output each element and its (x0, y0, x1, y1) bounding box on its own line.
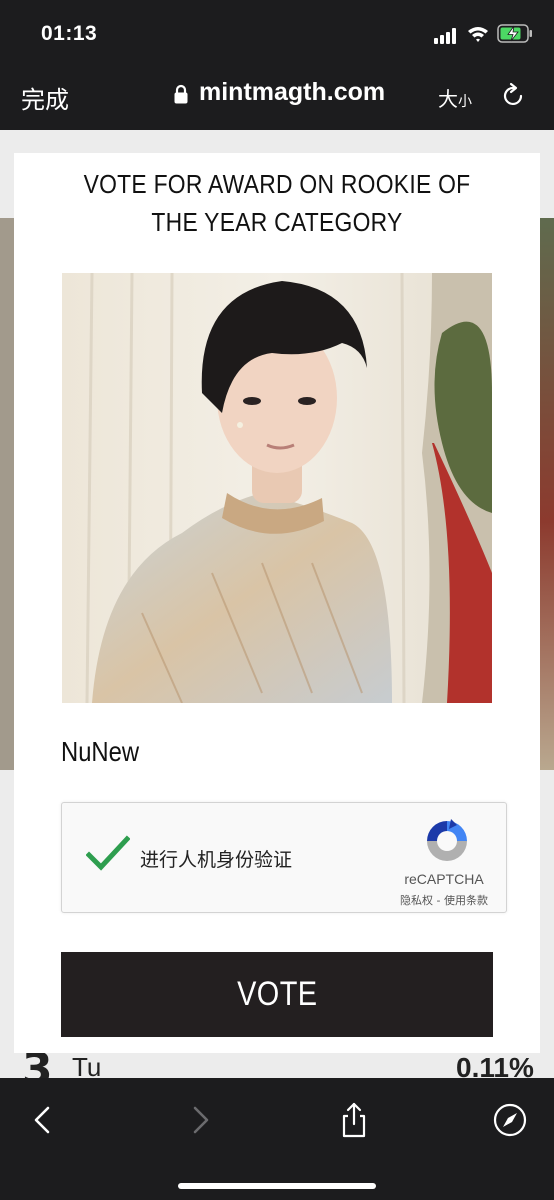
lock-icon (174, 84, 188, 104)
background-photo-right (540, 218, 554, 770)
modal-title: VOTE FOR AWARD ON ROOKIE OF THE YEAR CAT… (83, 169, 471, 237)
vote-button[interactable]: VOTE (61, 952, 493, 1037)
reload-icon[interactable] (502, 82, 526, 108)
vote-modal: VOTE FOR AWARD ON ROOKIE OF THE YEAR CAT… (14, 153, 540, 1053)
text-size-small-label: 小 (458, 94, 472, 110)
done-button[interactable]: 完成 (21, 80, 69, 115)
recaptcha-brand: reCAPTCHA (404, 871, 484, 887)
forward-icon[interactable] (182, 1102, 218, 1138)
check-icon[interactable] (86, 833, 130, 873)
recaptcha-label: 进行人机身份验证 (140, 849, 293, 871)
url-domain[interactable]: mintmagth.com (199, 78, 385, 107)
recaptcha-widget[interactable]: 进行人机身份验证 reCAPTCHA 隐私权 - 使用条款 (61, 802, 507, 913)
vote-button-label: VOTE (236, 975, 318, 1013)
recaptcha-logo-icon (427, 819, 467, 861)
browser-address-bar: 完成 mintmagth.com 大小 (0, 64, 554, 130)
status-bar: 01:13 (0, 0, 554, 64)
cellular-signal-icon (434, 28, 460, 44)
compass-icon[interactable] (492, 1102, 528, 1138)
candidate-photo (62, 273, 492, 703)
battery-charging-icon (497, 24, 532, 43)
text-size-big-label: 大 (438, 87, 458, 111)
share-icon[interactable] (336, 1102, 372, 1138)
home-indicator (178, 1183, 376, 1189)
wifi-icon (468, 27, 488, 42)
back-icon[interactable] (25, 1102, 61, 1138)
status-time: 01:13 (41, 22, 98, 45)
background-photo-left (0, 218, 14, 770)
browser-toolbar (0, 1078, 554, 1200)
text-size-button[interactable]: 大小 (438, 83, 472, 112)
recaptcha-terms-link[interactable]: 隐私权 - 使用条款 (384, 892, 504, 908)
candidate-name: NuNew (61, 736, 140, 767)
